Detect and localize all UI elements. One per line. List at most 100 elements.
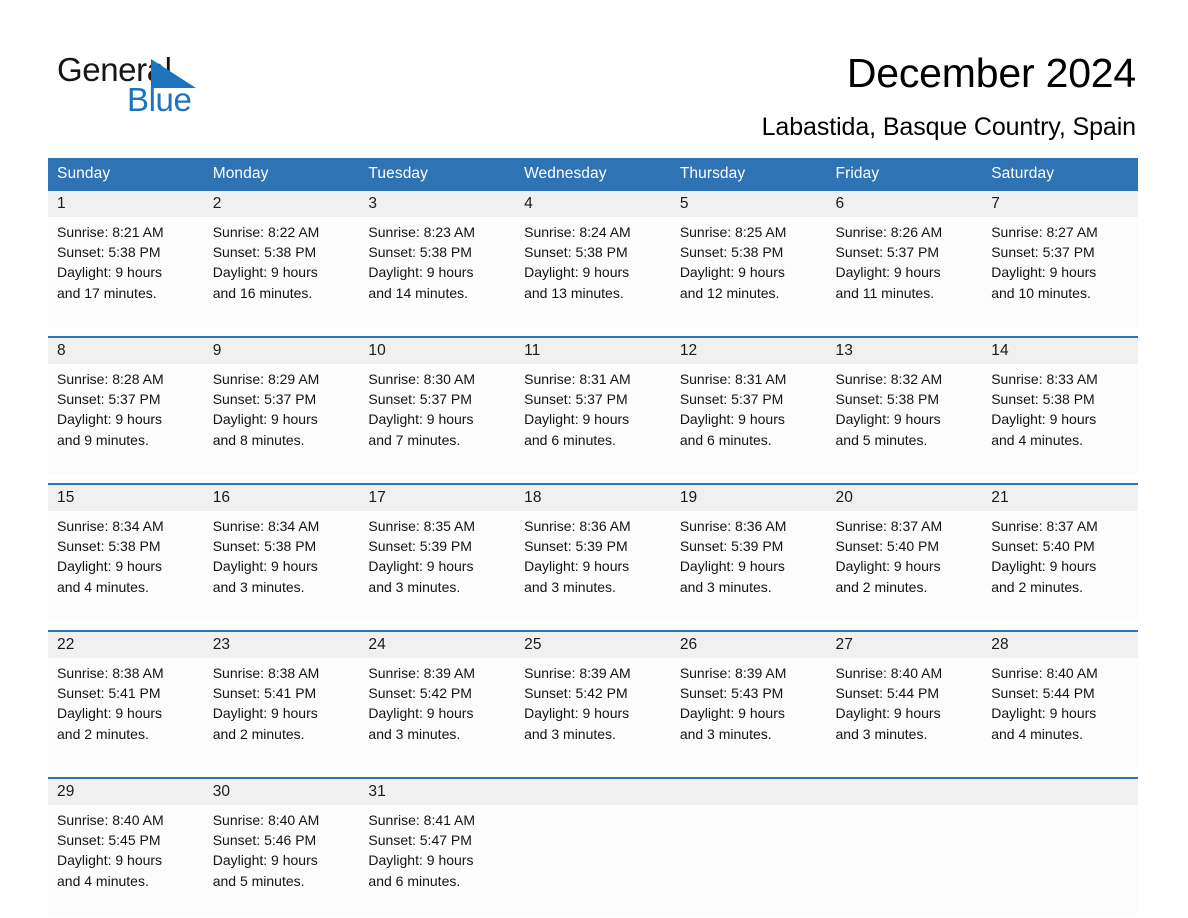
day-sunrise-text: Sunrise: 8:40 AM xyxy=(212,812,320,828)
day-daylight-line1-text: Daylight: 9 hours xyxy=(991,558,1097,575)
day-cell[interactable]: Sunrise: 8:38 AM Sunset: 5:41 PM Daylight:… xyxy=(48,658,204,768)
day-daylight-line1-text: Daylight: 9 hours xyxy=(368,558,474,575)
calendar-page: General Blue December 2024 Labastida, Ba… xyxy=(0,0,1188,918)
day-number[interactable]: 6 xyxy=(826,191,983,217)
day-cell[interactable]: Sunrise: 8:22 AM Sunset: 5:38 PM Daylight:… xyxy=(203,217,360,327)
day-number[interactable]: 27 xyxy=(826,630,983,658)
calendar-table: Sunday Monday Tuesday Wednesday Thursday… xyxy=(48,158,1138,915)
day-number[interactable]: 7 xyxy=(982,191,1138,217)
day-cell[interactable]: Sunrise: 8:33 AM Sunset: 5:38 PM Daylight:… xyxy=(982,364,1138,474)
day-cell[interactable] xyxy=(982,805,1138,915)
day-number[interactable]: 17 xyxy=(359,483,516,511)
day-daylight-line2-text: and 10 minutes. xyxy=(991,284,1091,301)
day-number[interactable]: 18 xyxy=(515,483,671,511)
day-number[interactable]: 5 xyxy=(670,191,827,217)
day-number[interactable]: 23 xyxy=(203,630,360,658)
day-number[interactable]: 19 xyxy=(670,483,827,511)
day-daylight-line2-text: and 3 minutes. xyxy=(524,725,616,742)
day-number[interactable]: 4 xyxy=(515,191,671,217)
day-daylight-line1-text: Daylight: 9 hours xyxy=(212,264,318,281)
day-cell[interactable]: Sunrise: 8:24 AM Sunset: 5:38 PM Daylight:… xyxy=(515,217,671,327)
day-daylight-line1-text: Daylight: 9 hours xyxy=(835,411,941,428)
day-number[interactable]: 31 xyxy=(359,777,516,805)
day-cell[interactable]: Sunrise: 8:25 AM Sunset: 5:38 PM Daylight:… xyxy=(670,217,827,327)
day-number[interactable]: 26 xyxy=(670,630,827,658)
day-cell[interactable]: Sunrise: 8:23 AM Sunset: 5:38 PM Daylight:… xyxy=(359,217,516,327)
day-number[interactable]: 2 xyxy=(203,191,360,217)
day-number[interactable]: 25 xyxy=(515,630,671,658)
day-number[interactable]: 16 xyxy=(203,483,360,511)
day-sunset-text: Sunset: 5:40 PM xyxy=(835,538,940,555)
day-sunset-text: Sunset: 5:38 PM xyxy=(57,244,161,261)
day-number[interactable]: 24 xyxy=(359,630,516,658)
day-cell[interactable] xyxy=(515,805,671,915)
day-cell[interactable]: Sunrise: 8:28 AM Sunset: 5:37 PM Daylight:… xyxy=(48,364,204,474)
day-cell[interactable]: Sunrise: 8:40 AM Sunset: 5:44 PM Daylight:… xyxy=(982,658,1138,768)
day-cell[interactable]: Sunrise: 8:37 AM Sunset: 5:40 PM Daylight:… xyxy=(826,511,983,621)
day-cell[interactable]: Sunrise: 8:35 AM Sunset: 5:39 PM Daylight:… xyxy=(359,511,516,621)
day-number[interactable]: 10 xyxy=(359,336,516,364)
day-cell[interactable]: Sunrise: 8:40 AM Sunset: 5:46 PM Daylight:… xyxy=(203,805,360,915)
day-cell[interactable]: Sunrise: 8:40 AM Sunset: 5:44 PM Daylight:… xyxy=(826,658,983,768)
day-number[interactable]: 30 xyxy=(203,777,360,805)
day-cell[interactable]: Sunrise: 8:36 AM Sunset: 5:39 PM Daylight:… xyxy=(515,511,671,621)
day-cell[interactable]: Sunrise: 8:39 AM Sunset: 5:42 PM Daylight:… xyxy=(359,658,516,768)
day-daylight-line1-text: Daylight: 9 hours xyxy=(679,558,785,575)
day-number[interactable]: 9 xyxy=(203,336,360,364)
day-daylight-line2-text: and 3 minutes. xyxy=(679,578,772,595)
day-sunrise-text: Sunrise: 8:22 AM xyxy=(212,224,320,240)
week-detail-row: Sunrise: 8:28 AM Sunset: 5:37 PM Daylight:… xyxy=(48,364,1138,474)
day-number[interactable] xyxy=(515,777,671,805)
day-sunrise-text: Sunrise: 8:36 AM xyxy=(524,518,631,534)
day-cell[interactable] xyxy=(670,805,827,915)
day-daylight-line2-text: and 16 minutes. xyxy=(212,284,313,301)
day-sunset-text: Sunset: 5:46 PM xyxy=(212,832,317,849)
day-cell[interactable]: Sunrise: 8:41 AM Sunset: 5:47 PM Daylight:… xyxy=(359,805,516,915)
day-cell[interactable]: Sunrise: 8:36 AM Sunset: 5:39 PM Daylight:… xyxy=(670,511,827,621)
day-cell[interactable]: Sunrise: 8:29 AM Sunset: 5:37 PM Daylight:… xyxy=(203,364,360,474)
day-number[interactable]: 20 xyxy=(826,483,983,511)
day-cell[interactable]: Sunrise: 8:26 AM Sunset: 5:37 PM Daylight:… xyxy=(826,217,983,327)
day-cell[interactable]: Sunrise: 8:34 AM Sunset: 5:38 PM Daylight:… xyxy=(48,511,204,621)
day-number[interactable] xyxy=(826,777,983,805)
day-number[interactable] xyxy=(670,777,827,805)
day-number[interactable]: 15 xyxy=(48,483,204,511)
day-daylight-line1-text: Daylight: 9 hours xyxy=(524,705,630,722)
day-sunrise-text: Sunrise: 8:40 AM xyxy=(57,812,164,828)
day-cell[interactable] xyxy=(826,805,983,915)
day-cell[interactable]: Sunrise: 8:34 AM Sunset: 5:38 PM Daylight:… xyxy=(203,511,360,621)
day-cell[interactable]: Sunrise: 8:30 AM Sunset: 5:37 PM Daylight:… xyxy=(359,364,516,474)
day-cell[interactable]: Sunrise: 8:31 AM Sunset: 5:37 PM Daylight:… xyxy=(670,364,827,474)
day-sunrise-text: Sunrise: 8:41 AM xyxy=(368,812,476,828)
day-daylight-line1-text: Daylight: 9 hours xyxy=(57,411,163,428)
day-cell[interactable]: Sunrise: 8:32 AM Sunset: 5:38 PM Daylight:… xyxy=(826,364,983,474)
day-number[interactable]: 21 xyxy=(982,483,1138,511)
day-number[interactable]: 1 xyxy=(48,191,204,217)
day-daylight-line1-text: Daylight: 9 hours xyxy=(835,264,941,281)
day-sunrise-text: Sunrise: 8:39 AM xyxy=(679,665,787,681)
day-number[interactable]: 11 xyxy=(515,336,671,364)
weekday-header-monday: Monday xyxy=(203,158,360,191)
day-number[interactable] xyxy=(982,777,1138,805)
day-number[interactable]: 29 xyxy=(48,777,204,805)
day-cell[interactable]: Sunrise: 8:38 AM Sunset: 5:41 PM Daylight:… xyxy=(203,658,360,768)
day-cell[interactable]: Sunrise: 8:37 AM Sunset: 5:40 PM Daylight:… xyxy=(982,511,1138,621)
generalblue-logo[interactable]: General Blue xyxy=(57,52,277,122)
day-sunrise-text: Sunrise: 8:35 AM xyxy=(368,518,476,534)
day-cell[interactable]: Sunrise: 8:40 AM Sunset: 5:45 PM Daylight:… xyxy=(48,805,204,915)
day-cell[interactable]: Sunrise: 8:27 AM Sunset: 5:37 PM Daylight:… xyxy=(982,217,1138,327)
day-cell[interactable]: Sunrise: 8:39 AM Sunset: 5:43 PM Daylight:… xyxy=(670,658,827,768)
day-number[interactable]: 28 xyxy=(982,630,1138,658)
day-number[interactable]: 3 xyxy=(359,191,516,217)
day-number[interactable]: 13 xyxy=(826,336,983,364)
week-spacer-cell xyxy=(48,768,1138,778)
day-number[interactable]: 12 xyxy=(670,336,827,364)
day-sunset-text: Sunset: 5:37 PM xyxy=(368,391,472,408)
day-number[interactable]: 22 xyxy=(48,630,204,658)
day-cell[interactable]: Sunrise: 8:21 AM Sunset: 5:38 PM Daylight:… xyxy=(48,217,204,327)
day-sunrise-text: Sunrise: 8:33 AM xyxy=(991,371,1098,387)
day-number[interactable]: 14 xyxy=(982,336,1138,364)
day-cell[interactable]: Sunrise: 8:39 AM Sunset: 5:42 PM Daylight:… xyxy=(515,658,671,768)
day-number[interactable]: 8 xyxy=(48,336,204,364)
day-cell[interactable]: Sunrise: 8:31 AM Sunset: 5:37 PM Daylight:… xyxy=(515,364,671,474)
